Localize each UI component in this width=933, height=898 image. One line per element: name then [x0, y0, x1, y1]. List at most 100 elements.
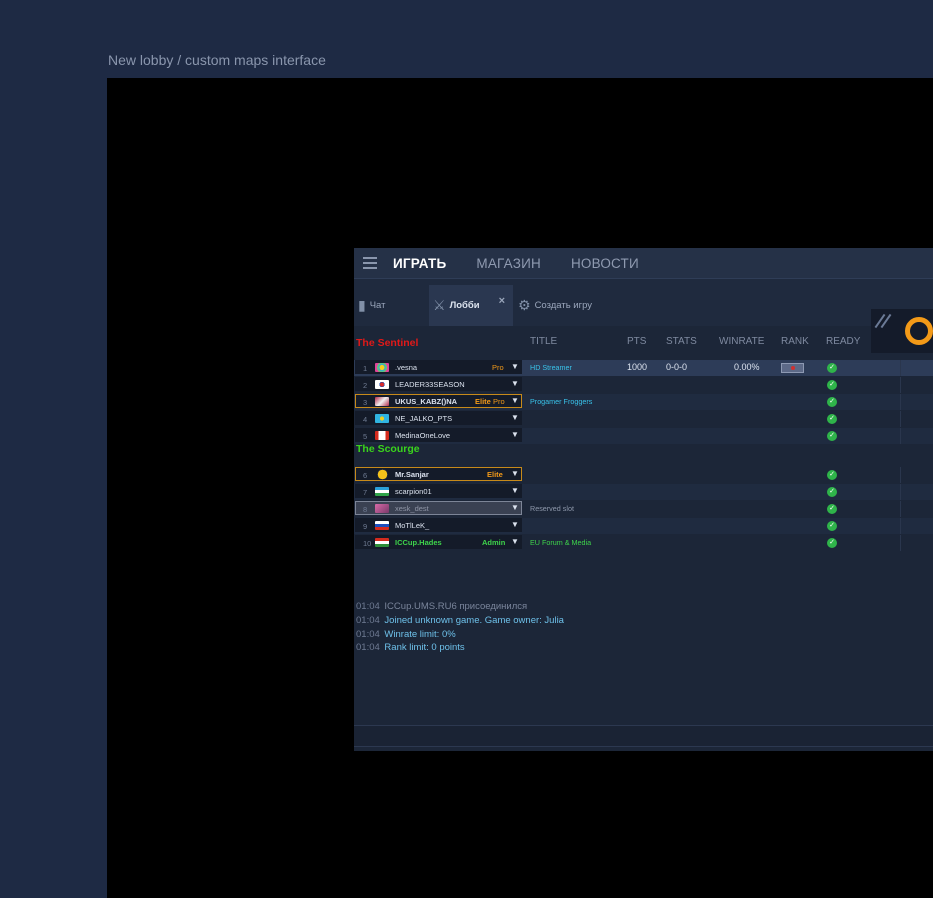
player-slot[interactable]: 1 .vesna Pro ▼: [355, 360, 522, 374]
player-slot[interactable]: 4 NE_JALKO_PTS ▼: [355, 411, 522, 425]
crossed-swords-icon: ⚔: [433, 297, 446, 313]
ready-check-icon: ✓: [827, 431, 837, 441]
chevron-down-icon[interactable]: ▼: [511, 396, 519, 405]
player-slot[interactable]: 2 LEADER33SEASON ▼: [355, 377, 522, 391]
tab-create-game-label: Создать игру: [534, 300, 593, 311]
nav-play[interactable]: ИГРАТЬ: [393, 256, 446, 271]
slot-number: 5: [363, 432, 368, 441]
player-slot[interactable]: 6 Mr.Sanjar Elite ▼: [355, 467, 522, 481]
tab-bar: ▮ Чат ⚔ Лобби × ⚙ Создать игру: [354, 279, 933, 353]
chevron-down-icon[interactable]: ▼: [511, 430, 519, 439]
nav-shop[interactable]: МАГАЗИН: [476, 256, 541, 271]
player-row: 10 ICCup.Hades Admin ▼ EU Forum & Media ✓: [354, 535, 933, 551]
uzbekistan-flag-icon: [375, 487, 389, 496]
close-icon[interactable]: ×: [499, 295, 505, 307]
player-row: 4 NE_JALKO_PTS ▼ ✓: [354, 411, 933, 427]
ready-check-icon: ✓: [827, 414, 837, 424]
player-slot[interactable]: 3 UKUS_KABZ()NA Elite Pro ▼: [355, 394, 522, 408]
log-line: 01:04 Rank limit: 0 points: [356, 641, 916, 655]
column-divider: [900, 428, 901, 444]
log-text: ICCup.UMS.RU6 присоединился: [384, 601, 528, 612]
player-name: ICCup.Hades: [395, 537, 442, 547]
log-text: Rank limit: 0 points: [384, 642, 465, 654]
player-name: .vesna: [395, 362, 418, 372]
tab-lobby[interactable]: ⚔ Лобби ×: [429, 285, 513, 326]
tab-chat[interactable]: ▮ Чат: [354, 285, 428, 326]
player-name: NE_JALKO_PTS: [395, 413, 453, 423]
chevron-down-icon[interactable]: ▼: [511, 520, 519, 529]
player-row: 2 LEADER33SEASON ▼ ✓: [354, 377, 933, 393]
player-name: xesk_dest: [395, 503, 429, 513]
chevron-down-icon[interactable]: ▼: [511, 503, 519, 512]
player-slot[interactable]: 9 MoTlLeK_ ▼: [355, 518, 522, 532]
player-badge: Elite: [475, 396, 491, 406]
ready-check-icon: ✓: [827, 521, 837, 531]
player-name: MoTlLeK_: [395, 520, 430, 530]
player-row: 6 Mr.Sanjar Elite ▼ ✓: [354, 467, 933, 483]
player-row: 3 UKUS_KABZ()NA Elite Pro ▼ Progamer Froggers…: [354, 394, 933, 410]
team-scourge-label: The Scourge: [356, 443, 420, 455]
column-divider: [900, 394, 901, 410]
chevron-down-icon[interactable]: ▼: [511, 537, 519, 546]
player-name: LEADER33SEASON: [395, 379, 465, 389]
chevron-down-icon[interactable]: ▼: [511, 379, 519, 388]
log-time: 01:04: [356, 642, 380, 654]
chevron-down-icon[interactable]: ▼: [511, 469, 519, 478]
chat-bubble-icon: ▮: [358, 297, 366, 313]
ready-check-icon: ✓: [827, 487, 837, 497]
chevron-down-icon[interactable]: ▼: [511, 486, 519, 495]
slot-number: 6: [363, 471, 368, 480]
player-row: 7 scarpion01 ▼ ✓: [354, 484, 933, 500]
tajikistan-flag-icon: [375, 538, 389, 547]
col-ready-header: READY: [826, 336, 861, 347]
menu-icon[interactable]: [363, 254, 377, 272]
column-divider: [900, 484, 901, 500]
player-badge-secondary: Pro: [493, 396, 505, 406]
slot-number: 2: [363, 381, 368, 390]
log-text: Winrate limit: 0%: [384, 628, 456, 640]
player-name: MedinaOneLove: [395, 430, 451, 440]
player-badge: Pro: [492, 362, 504, 372]
chevron-down-icon[interactable]: ▼: [511, 413, 519, 422]
slot-number: 8: [363, 505, 368, 514]
player-row: 8 xesk_dest ▼ Reserved slot ✓: [354, 501, 933, 517]
ready-check-icon: ✓: [827, 470, 837, 480]
log-time: 01:04: [356, 601, 380, 612]
col-stats-header: STATS: [666, 336, 697, 347]
log-time: 01:04: [356, 614, 380, 626]
column-divider: [900, 535, 901, 551]
player-title: Reserved slot: [530, 504, 574, 513]
slot-number: 4: [363, 415, 368, 424]
chevron-down-icon[interactable]: ▼: [511, 362, 519, 371]
log-line: 01:04 ICCup.UMS.RU6 присоединился: [356, 600, 916, 614]
ready-check-icon: ✓: [827, 380, 837, 390]
player-slot[interactable]: 7 scarpion01 ▼: [355, 484, 522, 498]
chat-log: 01:04 ICCup.UMS.RU6 присоединился 01:04 …: [356, 600, 916, 655]
bat-avatar-icon: [375, 397, 389, 406]
ready-check-icon: ✓: [827, 363, 837, 373]
log-line: 01:04 Winrate limit: 0%: [356, 628, 916, 642]
korea-flag-icon: [375, 380, 389, 389]
pink-avatar-icon: [375, 504, 389, 513]
banner-ad[interactable]: [871, 309, 933, 353]
tab-create-game[interactable]: ⚙ Создать игру: [514, 285, 612, 326]
tab-lobby-label: Лобби: [449, 300, 480, 311]
canada-flag-icon: [375, 431, 389, 440]
col-rank-header: RANK: [781, 336, 809, 347]
player-slot[interactable]: 8 xesk_dest ▼: [355, 501, 522, 515]
ready-check-icon: ✓: [827, 397, 837, 407]
nav-news[interactable]: НОВОСТИ: [571, 256, 639, 271]
flower-avatar-icon: [375, 363, 389, 372]
rank-badge-icon: [781, 363, 804, 373]
column-divider: [900, 518, 901, 534]
column-divider: [900, 411, 901, 427]
chat-input[interactable]: [354, 725, 933, 747]
slot-number: 1: [363, 364, 368, 373]
player-slot[interactable]: 5 MedinaOneLove ▼: [355, 428, 522, 442]
brand-logo-icon: [905, 317, 933, 345]
player-badge: Admin: [482, 537, 506, 547]
column-divider: [900, 501, 901, 517]
slot-number: 7: [363, 488, 368, 497]
player-slot[interactable]: 10 ICCup.Hades Admin ▼: [355, 535, 522, 549]
column-divider: [900, 360, 901, 376]
